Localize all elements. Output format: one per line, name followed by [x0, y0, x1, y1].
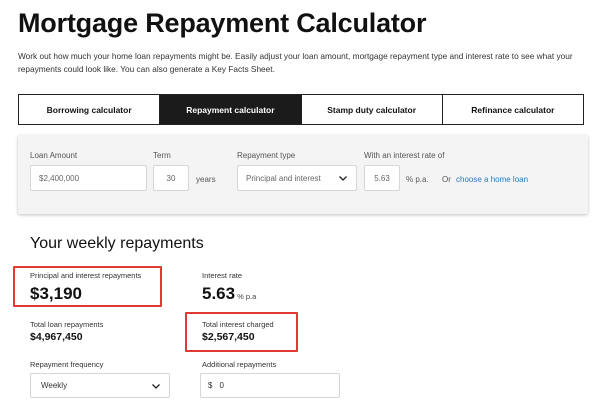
choose-home-loan-link[interactable]: choose a home loan	[456, 175, 528, 184]
page-title: Mortgage Repayment Calculator	[18, 8, 427, 38]
loan-amount-input[interactable]: $2,400,000	[30, 165, 147, 191]
total-interest-value: $2,567,450	[202, 331, 255, 343]
calculator-input-panel: Loan Amount $2,400,000 Term 30 years Rep…	[18, 135, 588, 214]
chevron-down-icon	[152, 384, 160, 389]
term-input[interactable]: 30	[153, 165, 189, 191]
interest-rate-label: With an interest rate of	[364, 151, 445, 160]
repayment-frequency-value: Weekly	[41, 381, 68, 390]
interest-rate-input[interactable]: 5.63	[364, 165, 400, 191]
tab-refinance-calculator[interactable]: Refinance calculator	[443, 95, 583, 124]
repayment-type-label: Repayment type	[237, 151, 296, 160]
repayment-frequency-select[interactable]: Weekly	[30, 373, 170, 398]
additional-repayments-input[interactable]: $ 0	[200, 373, 340, 398]
tab-stamp-duty-calculator[interactable]: Stamp duty calculator	[302, 95, 443, 124]
results-section-title: Your weekly repayments	[30, 235, 204, 252]
interest-rate-unit: % p.a.	[406, 175, 429, 184]
tab-borrowing-calculator[interactable]: Borrowing calculator	[19, 95, 161, 124]
currency-symbol: $	[208, 381, 213, 390]
or-text: Or	[442, 175, 451, 184]
term-label: Term	[153, 151, 171, 160]
interest-rate-result-unit: % p.a	[237, 292, 257, 301]
repayment-type-select[interactable]: Principal and interest	[237, 165, 357, 191]
intro-text: Work out how much your home loan repayme…	[18, 51, 573, 74]
tab-repayment-calculator[interactable]: Repayment calculator	[160, 95, 302, 124]
total-loan-repayments-label: Total loan repayments	[30, 320, 104, 329]
calculator-tabs: Borrowing calculator Repayment calculato…	[18, 94, 584, 125]
interest-rate-result-label: Interest rate	[202, 271, 243, 280]
additional-repayments-label: Additional repayments	[202, 360, 277, 369]
pi-repayments-value: $3,190	[30, 284, 82, 303]
total-interest-label: Total interest charged	[202, 320, 274, 329]
loan-amount-label: Loan Amount	[30, 151, 78, 160]
repayment-type-value: Principal and interest	[246, 173, 321, 183]
additional-repayments-value: 0	[219, 381, 224, 390]
interest-rate-result-value: 5.63	[202, 284, 236, 303]
chevron-down-icon	[339, 176, 347, 181]
term-unit: years	[196, 175, 216, 184]
repayment-frequency-label: Repayment frequency	[30, 360, 104, 369]
total-loan-repayments-value: $4,967,450	[30, 331, 83, 343]
interest-rate-result: 5.63% p.a	[202, 284, 256, 304]
pi-repayments-label: Principal and interest repayments	[30, 271, 142, 280]
